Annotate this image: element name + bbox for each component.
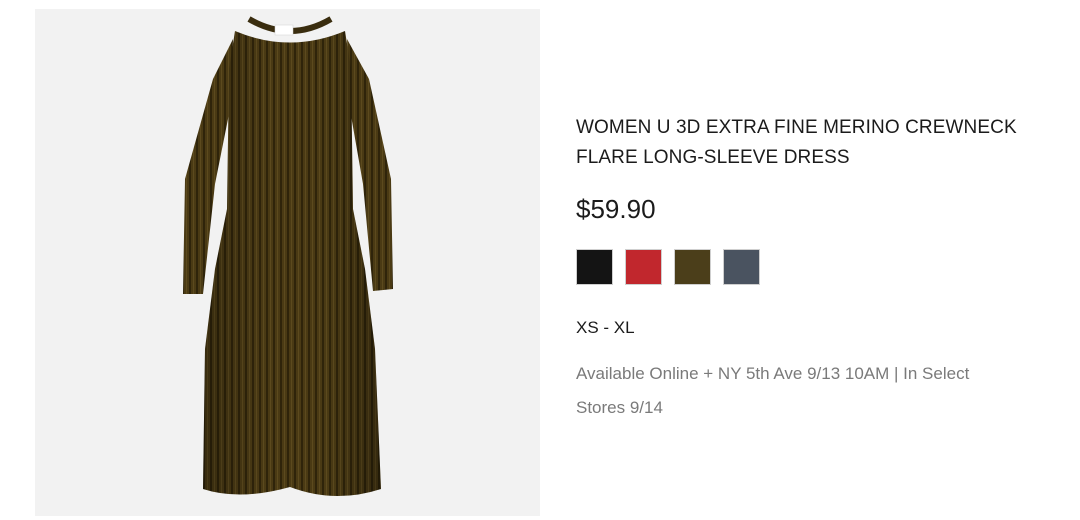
product-price: $59.90 bbox=[576, 194, 656, 224]
product-image[interactable] bbox=[35, 9, 540, 516]
color-swatch-red[interactable] bbox=[625, 249, 662, 285]
color-swatch-black[interactable] bbox=[576, 249, 613, 285]
color-swatches bbox=[576, 249, 1056, 285]
product-title-line2: FLARE LONG-SLEEVE DRESS bbox=[576, 147, 850, 168]
availability-line1: Available Online + NY 5th Ave 9/13 10AM … bbox=[576, 364, 970, 383]
availability-info: Available Online + NY 5th Ave 9/13 10AM … bbox=[576, 357, 1016, 425]
size-range: XS - XL bbox=[576, 318, 635, 337]
color-swatch-gray[interactable] bbox=[723, 249, 760, 285]
color-swatch-olive[interactable] bbox=[674, 249, 711, 285]
product-info: WOMEN U 3D EXTRA FINE MERINO CREWNECK FL… bbox=[576, 113, 1056, 425]
availability-line2: Stores 9/14 bbox=[576, 398, 663, 417]
dress-illustration bbox=[35, 9, 540, 516]
product-title: WOMEN U 3D EXTRA FINE MERINO CREWNECK FL… bbox=[576, 113, 1056, 173]
product-title-line1: WOMEN U 3D EXTRA FINE MERINO CREWNECK bbox=[576, 117, 1017, 138]
product-page: WOMEN U 3D EXTRA FINE MERINO CREWNECK FL… bbox=[0, 0, 1080, 520]
